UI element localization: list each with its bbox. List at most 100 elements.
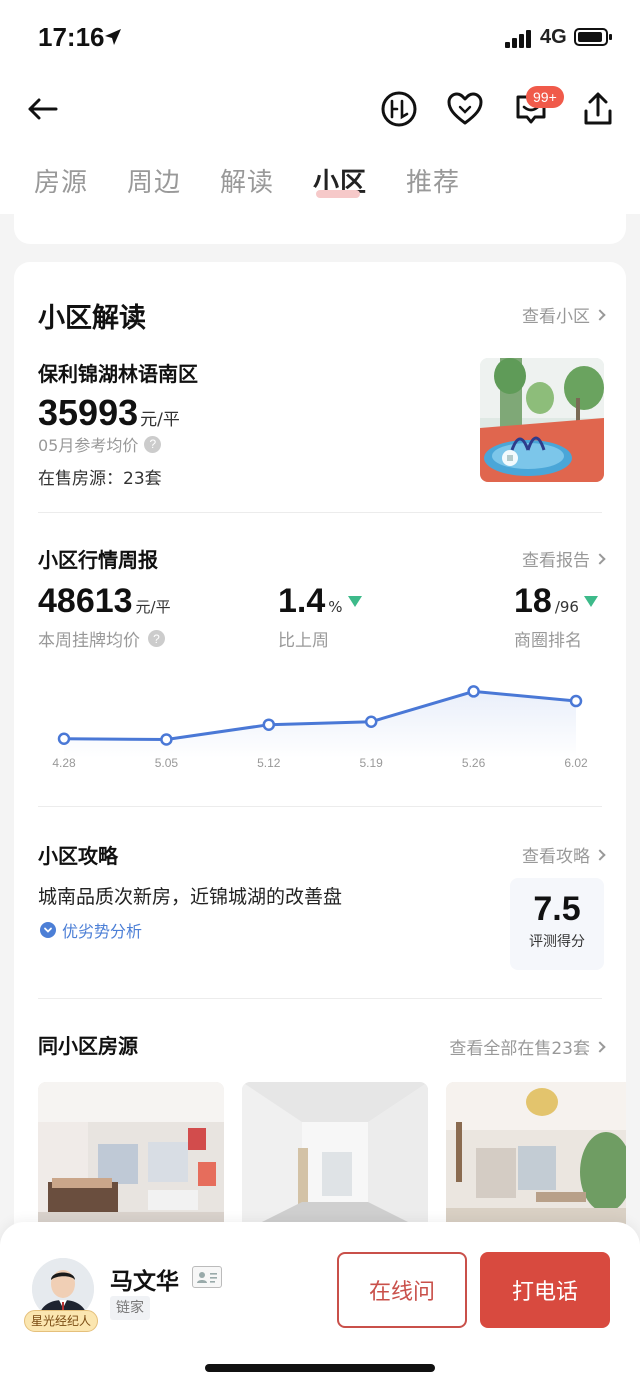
guide-title: 小区攻略 — [38, 844, 118, 868]
message-count-badge: 99+ — [526, 86, 564, 108]
weekly-change-label: 比上周 — [278, 631, 329, 651]
weekly-change: 1.4% — [278, 582, 362, 621]
back-button[interactable] — [22, 90, 62, 128]
view-report-link[interactable]: 查看报告 — [522, 546, 606, 571]
price-note-label: 05月参考均价 — [38, 436, 139, 455]
score-value: 7.5 — [533, 890, 581, 928]
agent-name[interactable]: 马文华 — [110, 1262, 179, 1296]
community-price-note: 05月参考均价 ? — [38, 432, 162, 456]
community-photo[interactable] — [480, 358, 604, 482]
network-type: 4G — [540, 26, 567, 48]
view-report-label: 查看报告 — [522, 551, 590, 571]
community-card: 小区解读 查看小区 保利锦湖林语南区 35993 元/平 05月参考均价 ? 在售… — [14, 262, 626, 1242]
chart-point[interactable] — [364, 715, 378, 728]
price-trend-chart — [57, 685, 583, 758]
status-time: 17:16 — [38, 22, 105, 52]
guide-summary: 城南品质次新房，近锦城湖的改善盘 — [38, 886, 343, 908]
tab-listing[interactable]: 房源 — [34, 162, 88, 199]
district-rank-total: /96 — [554, 598, 579, 616]
x-tick-label: 5.26 — [461, 756, 486, 770]
district-rank: 18/96 — [514, 582, 598, 621]
on-sale-count: 在售房源：23套 — [38, 469, 162, 489]
favorite-button[interactable] — [444, 88, 486, 130]
empty-room-photo — [242, 1082, 428, 1232]
share-icon — [584, 92, 612, 125]
x-tick-label: 5.19 — [359, 756, 383, 770]
view-guide-link[interactable]: 查看攻略 — [522, 842, 606, 867]
dining-room-photo — [446, 1082, 626, 1232]
divider — [38, 998, 602, 999]
help-icon[interactable]: ? — [144, 435, 162, 453]
listing-photo[interactable] — [242, 1082, 428, 1232]
online-chat-button[interactable]: 在线问 — [337, 1252, 467, 1328]
community-price: 35993 元/平 — [38, 392, 180, 434]
status-bar: 17:16 4G — [0, 0, 640, 76]
same-listings-title: 同小区房源 — [38, 1034, 138, 1058]
help-icon[interactable]: ? — [148, 630, 165, 647]
tab-recommend[interactable]: 推荐 — [406, 162, 460, 199]
avg-label-text: 本周挂牌均价 — [38, 631, 140, 651]
tab-analysis[interactable]: 解读 — [220, 162, 274, 199]
pros-cons-label: 优劣势分析 — [62, 922, 143, 941]
community-name: 保利锦湖林语南区 — [38, 362, 198, 386]
home-indicator — [205, 1364, 435, 1372]
agent-company: 链家 — [110, 1296, 150, 1320]
listing-photo[interactable] — [446, 1082, 626, 1232]
district-rank-value: 18 — [514, 582, 552, 620]
view-all-listings-link[interactable]: 查看全部在售23套 — [449, 1034, 606, 1059]
divider — [38, 512, 602, 513]
divider — [38, 806, 602, 807]
community-price-unit: 元/平 — [140, 410, 180, 430]
previous-card-bottom — [14, 204, 626, 244]
heart-icon — [447, 92, 483, 125]
down-arrow-icon — [583, 596, 598, 607]
compare-button[interactable] — [378, 88, 420, 130]
chevron-right-icon — [594, 1040, 606, 1053]
weekly-avg-price: 48613 元/平 — [38, 582, 171, 621]
chart-point[interactable] — [262, 718, 276, 731]
share-button[interactable] — [578, 88, 618, 130]
x-tick-label: 5.12 — [257, 756, 281, 770]
back-arrow-icon — [28, 98, 58, 120]
view-all-listings-label: 查看全部在售23套 — [449, 1039, 590, 1059]
community-section-title: 小区解读 — [38, 303, 146, 334]
business-card-icon[interactable] — [192, 1266, 222, 1288]
pros-cons-tag[interactable]: 优劣势分析 — [40, 918, 142, 942]
chart-point[interactable] — [160, 733, 173, 746]
star-agent-tag: 星光经纪人 — [24, 1310, 99, 1332]
chevron-down-icon — [40, 922, 56, 938]
chevron-right-icon — [594, 308, 606, 321]
weekly-avg-price-label: 本周挂牌均价 ? — [38, 626, 165, 651]
battery-icon — [574, 28, 612, 46]
call-button[interactable]: 打电话 — [480, 1252, 610, 1328]
chart-point[interactable] — [467, 685, 480, 698]
view-guide-label: 查看攻略 — [522, 847, 590, 867]
signal-icon — [505, 30, 535, 48]
community-photo-image — [480, 358, 604, 482]
weekly-avg-price-unit: 元/平 — [135, 598, 171, 616]
living-room-photo — [38, 1082, 224, 1232]
tab-surroundings[interactable]: 周边 — [127, 162, 181, 199]
weekly-report-title: 小区行情周报 — [38, 548, 158, 572]
listing-photo[interactable] — [38, 1082, 224, 1232]
agent-contact-bar: 星光经纪人 马文华 链家 在线问 打电话 — [0, 1222, 640, 1386]
location-arrow-icon — [105, 29, 121, 45]
weekly-avg-price-value: 48613 — [38, 582, 133, 620]
weekly-change-unit: % — [328, 598, 343, 616]
score-box[interactable]: 7.5 评测得分 — [510, 878, 604, 970]
x-tick-label: 4.28 — [52, 756, 76, 770]
down-arrow-icon — [347, 596, 362, 607]
chart-point[interactable] — [569, 694, 583, 708]
chart-point[interactable] — [57, 732, 71, 746]
compare-icon — [381, 91, 417, 127]
x-tick-label: 5.05 — [154, 756, 179, 770]
view-community-link[interactable]: 查看小区 — [522, 302, 606, 327]
district-rank-label: 商圈排名 — [514, 631, 582, 651]
weekly-change-value: 1.4 — [278, 582, 326, 620]
active-tab-indicator — [316, 190, 360, 198]
score-label: 评测得分 — [529, 934, 585, 950]
x-tick-label: 6.02 — [564, 756, 588, 770]
chevron-right-icon — [594, 552, 606, 565]
chevron-right-icon — [594, 848, 606, 861]
view-community-label: 查看小区 — [522, 307, 590, 327]
